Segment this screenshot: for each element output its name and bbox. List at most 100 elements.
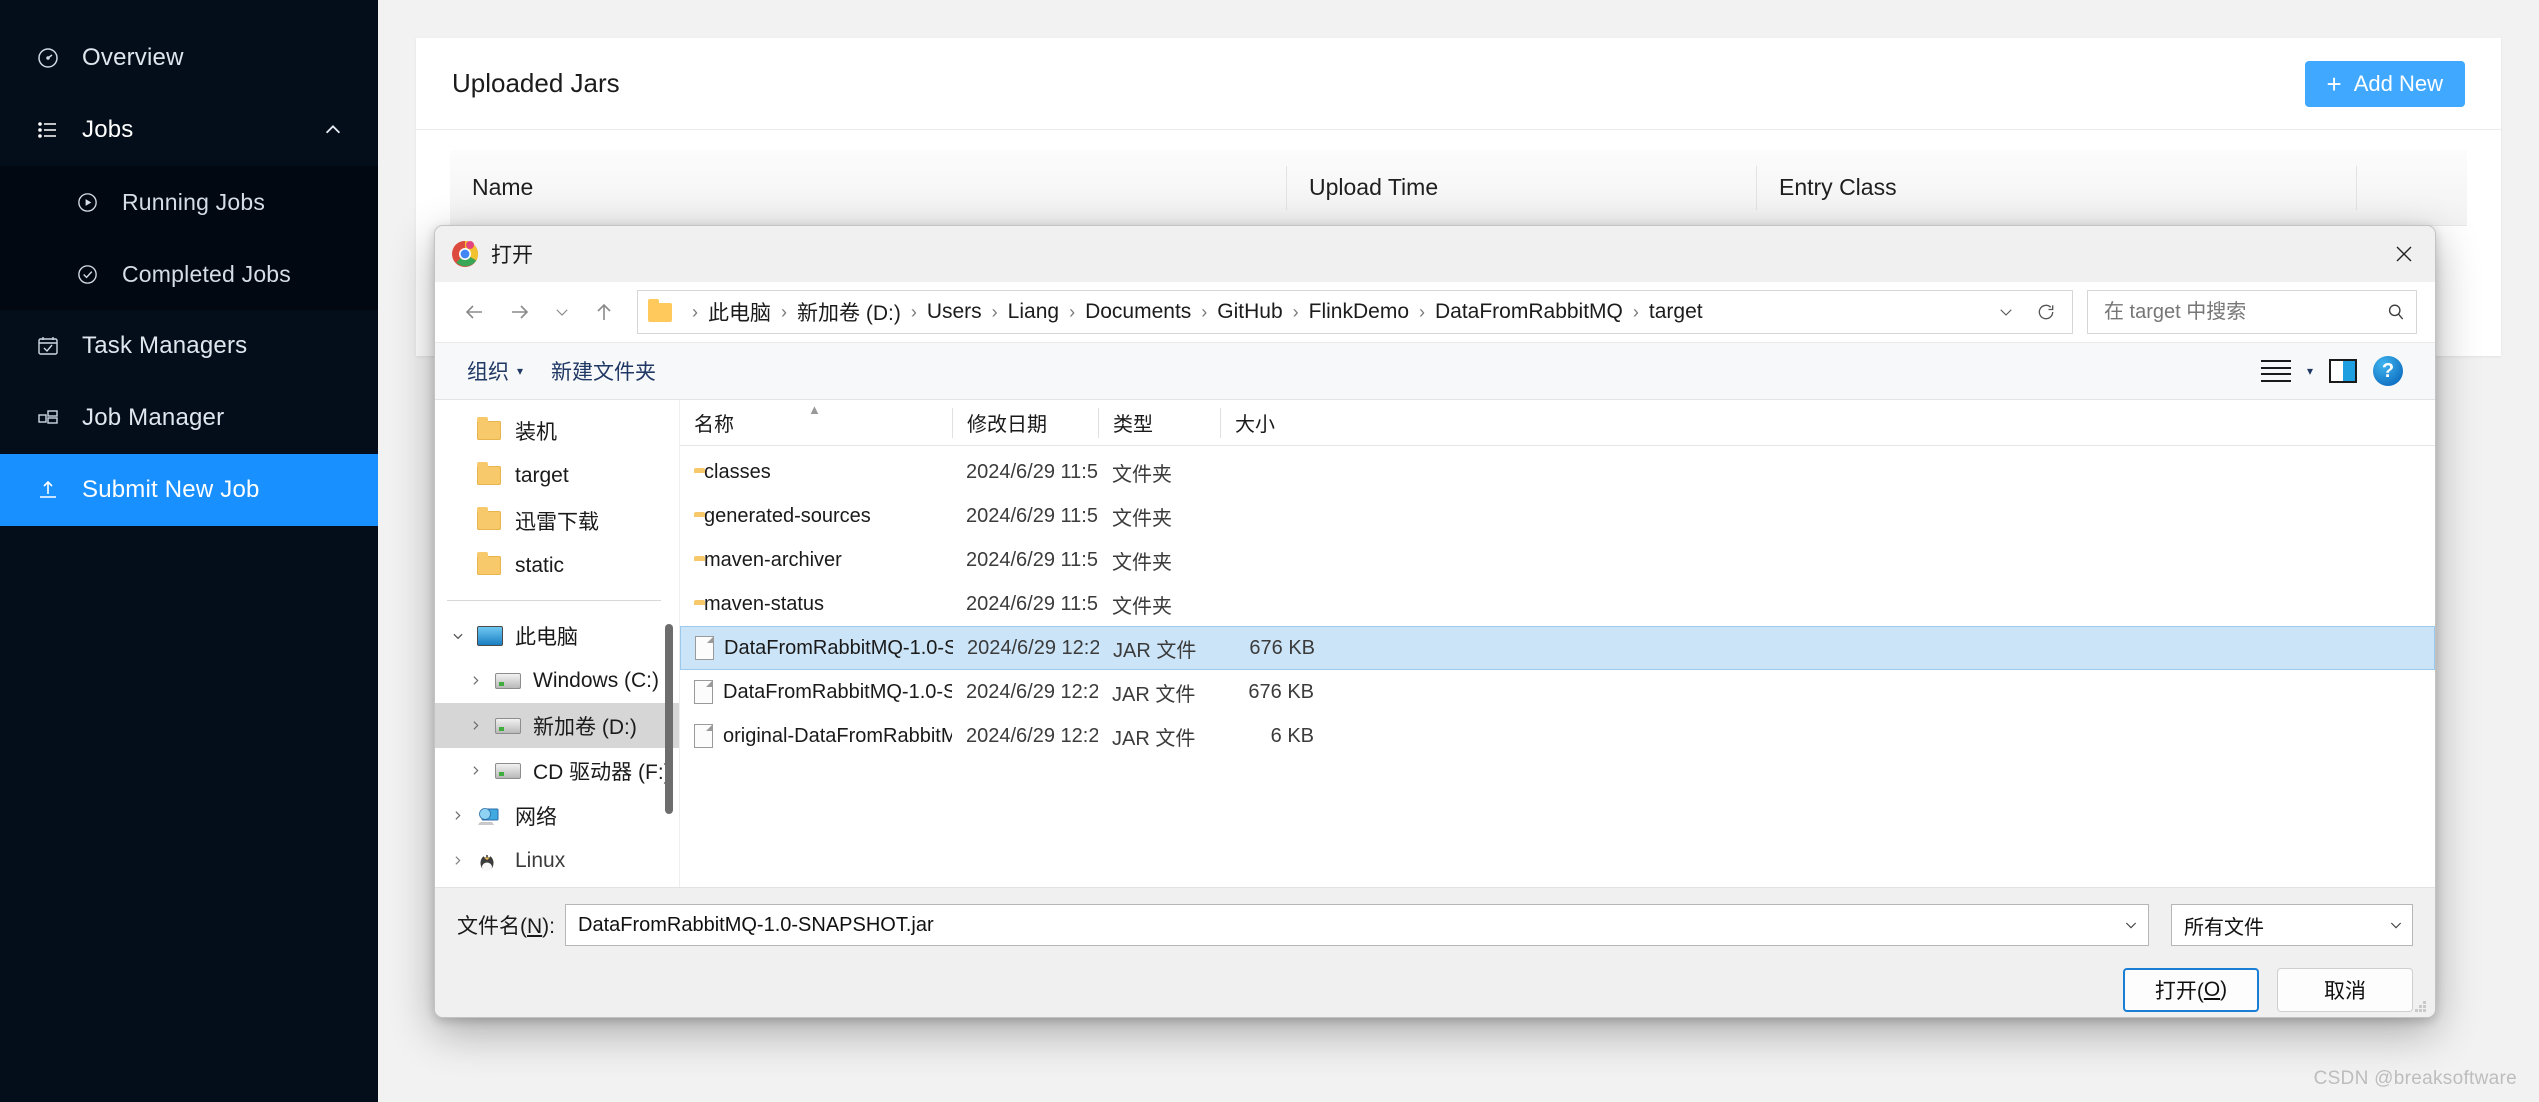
- search-input[interactable]: [2102, 300, 2386, 325]
- arrow-right-icon[interactable]: [499, 291, 541, 333]
- sidebar-item-completed-jobs[interactable]: Completed Jobs: [0, 238, 378, 310]
- file-row[interactable]: maven-status 2024/6/29 11:52 文件夹: [680, 582, 2435, 626]
- new-folder-button[interactable]: 新建文件夹: [537, 356, 670, 386]
- breadcrumb-item[interactable]: Users: [927, 300, 982, 324]
- file-row[interactable]: original-DataFromRabbitMQ-1.0-SNAPSH… 20…: [680, 714, 2435, 758]
- help-icon[interactable]: ?: [2373, 356, 2403, 386]
- recent-locations-chevron-down-icon[interactable]: [545, 291, 579, 333]
- sidebar-item-label: Task Managers: [82, 332, 247, 360]
- file-name: DataFromRabbitMQ-1.0-SNAPSHOT-shade…: [723, 681, 952, 704]
- file-icon: [694, 680, 713, 704]
- nav-item-label: 迅雷下载: [515, 506, 599, 536]
- nav-quick-item[interactable]: 迅雷下载: [435, 498, 679, 543]
- list-view-icon[interactable]: [2261, 360, 2291, 382]
- nav-tree-item-network[interactable]: 网络: [435, 793, 679, 838]
- organize-label: 组织: [467, 356, 509, 386]
- file-type-cell: JAR 文件: [1099, 634, 1221, 663]
- search-box[interactable]: [2087, 290, 2417, 334]
- breadcrumb-item[interactable]: FlinkDemo: [1309, 300, 1409, 324]
- nav-tree-item-windows-c[interactable]: Windows (C:): [435, 658, 679, 703]
- file-column-header-type[interactable]: 类型: [1098, 408, 1220, 438]
- refresh-icon[interactable]: [2026, 292, 2066, 332]
- close-icon[interactable]: [2373, 226, 2435, 282]
- breadcrumb-item[interactable]: target: [1649, 300, 1703, 324]
- file-modified-cell: 2024/6/29 12:26: [952, 681, 1098, 704]
- dialog-title-bar: 打开: [435, 226, 2435, 282]
- filetype-select[interactable]: 所有文件: [2171, 904, 2413, 946]
- file-row[interactable]: generated-sources 2024/6/29 11:52 文件夹: [680, 494, 2435, 538]
- nav-tree-item-this-pc[interactable]: 此电脑: [435, 613, 679, 658]
- filename-row: 文件名(N): 所有文件: [457, 904, 2413, 946]
- chevron-right-icon[interactable]: [451, 809, 477, 822]
- address-chevron-down-icon[interactable]: [1986, 292, 2026, 332]
- file-modified-cell: 2024/6/29 11:53: [952, 549, 1098, 572]
- resize-grip-icon[interactable]: [2413, 999, 2427, 1013]
- sidebar-subnav-jobs: Running Jobs Completed Jobs: [0, 166, 378, 310]
- file-size-cell: 676 KB: [1220, 681, 1320, 704]
- breadcrumb-item[interactable]: DataFromRabbitMQ: [1435, 300, 1623, 324]
- organize-button[interactable]: 组织 ▾: [453, 356, 537, 386]
- nav-quick-item[interactable]: 装机: [435, 408, 679, 453]
- file-row-selected[interactable]: DataFromRabbitMQ-1.0-SNAPSHOT.jar 2024/6…: [680, 626, 2435, 670]
- network-icon: [477, 806, 507, 826]
- nav-tree-item-linux[interactable]: Linux: [435, 838, 679, 883]
- filename-label: 文件名(N):: [457, 910, 555, 940]
- file-type-cell: JAR 文件: [1098, 722, 1220, 751]
- chevron-down-icon[interactable]: [451, 629, 477, 643]
- cancel-button[interactable]: 取消: [2277, 968, 2413, 1012]
- breadcrumb-item[interactable]: 此电脑: [708, 297, 771, 327]
- dialog-title: 打开: [491, 239, 533, 269]
- nav-quick-item[interactable]: target: [435, 453, 679, 498]
- file-row[interactable]: classes 2024/6/29 11:52 文件夹: [680, 450, 2435, 494]
- sidebar-item-overview[interactable]: Overview: [0, 22, 378, 94]
- chevron-right-icon[interactable]: [469, 674, 495, 687]
- column-header-name[interactable]: Name: [450, 166, 1286, 210]
- open-button[interactable]: 打开(O): [2123, 968, 2259, 1012]
- search-icon[interactable]: [2386, 302, 2406, 322]
- preview-pane-icon[interactable]: [2329, 359, 2357, 383]
- caret-down-icon: ▾: [517, 364, 523, 378]
- sidebar-item-job-manager[interactable]: Job Manager: [0, 382, 378, 454]
- upload-icon: [36, 478, 70, 502]
- address-bar[interactable]: › 此电脑 › 新加卷 (D:) › Users › Liang › Docum…: [637, 290, 2073, 334]
- dashboard-icon: [36, 46, 70, 70]
- add-new-button[interactable]: + Add New: [2305, 61, 2465, 107]
- file-name: generated-sources: [704, 505, 871, 528]
- sidebar-item-submit-new-job[interactable]: Submit New Job: [0, 454, 378, 526]
- file-modified-cell: 2024/6/29 12:26: [952, 725, 1098, 748]
- filename-field[interactable]: [565, 904, 2149, 946]
- column-header-upload-time[interactable]: Upload Time: [1286, 166, 1756, 210]
- breadcrumb-item[interactable]: Documents: [1085, 300, 1191, 324]
- column-header-actions: [2356, 166, 2467, 210]
- chevron-right-icon[interactable]: [469, 719, 495, 732]
- nav-tree-item-cd-drive-f[interactable]: CD 驱动器 (F:): [435, 748, 679, 793]
- chevron-right-icon[interactable]: [451, 854, 477, 867]
- filename-input[interactable]: [576, 913, 2114, 938]
- chevron-down-icon[interactable]: [2114, 917, 2148, 933]
- column-header-entry-class[interactable]: Entry Class: [1756, 166, 2356, 210]
- chevron-up-icon[interactable]: [322, 119, 344, 141]
- file-row[interactable]: DataFromRabbitMQ-1.0-SNAPSHOT-shade… 202…: [680, 670, 2435, 714]
- file-column-header-size[interactable]: 大小: [1220, 408, 1320, 438]
- navigation-pane-scrollbar[interactable]: [665, 624, 673, 814]
- file-column-header-modified[interactable]: 修改日期: [952, 408, 1098, 438]
- sidebar-item-label: Overview: [82, 44, 184, 72]
- nav-tree-item-new-volume-d[interactable]: 新加卷 (D:): [435, 703, 679, 748]
- chevron-right-icon[interactable]: [469, 764, 495, 777]
- folder-icon: [477, 556, 507, 575]
- file-row[interactable]: maven-archiver 2024/6/29 11:53 文件夹: [680, 538, 2435, 582]
- cd-drive-icon: [495, 763, 525, 779]
- sidebar-item-task-managers[interactable]: Task Managers: [0, 310, 378, 382]
- breadcrumb-item[interactable]: GitHub: [1217, 300, 1282, 324]
- drive-icon: [495, 718, 525, 734]
- arrow-up-icon[interactable]: [583, 291, 625, 333]
- breadcrumb-item[interactable]: Liang: [1008, 300, 1059, 324]
- view-caret-down-icon[interactable]: ▾: [2307, 364, 2313, 378]
- nav-divider: [447, 600, 661, 601]
- sidebar-item-running-jobs[interactable]: Running Jobs: [0, 166, 378, 238]
- sidebar-item-jobs[interactable]: Jobs: [0, 94, 378, 166]
- breadcrumb-item[interactable]: 新加卷 (D:): [797, 297, 901, 327]
- nav-quick-item[interactable]: static: [435, 543, 679, 588]
- arrow-left-icon[interactable]: [453, 291, 495, 333]
- file-name-cell: classes: [680, 461, 952, 484]
